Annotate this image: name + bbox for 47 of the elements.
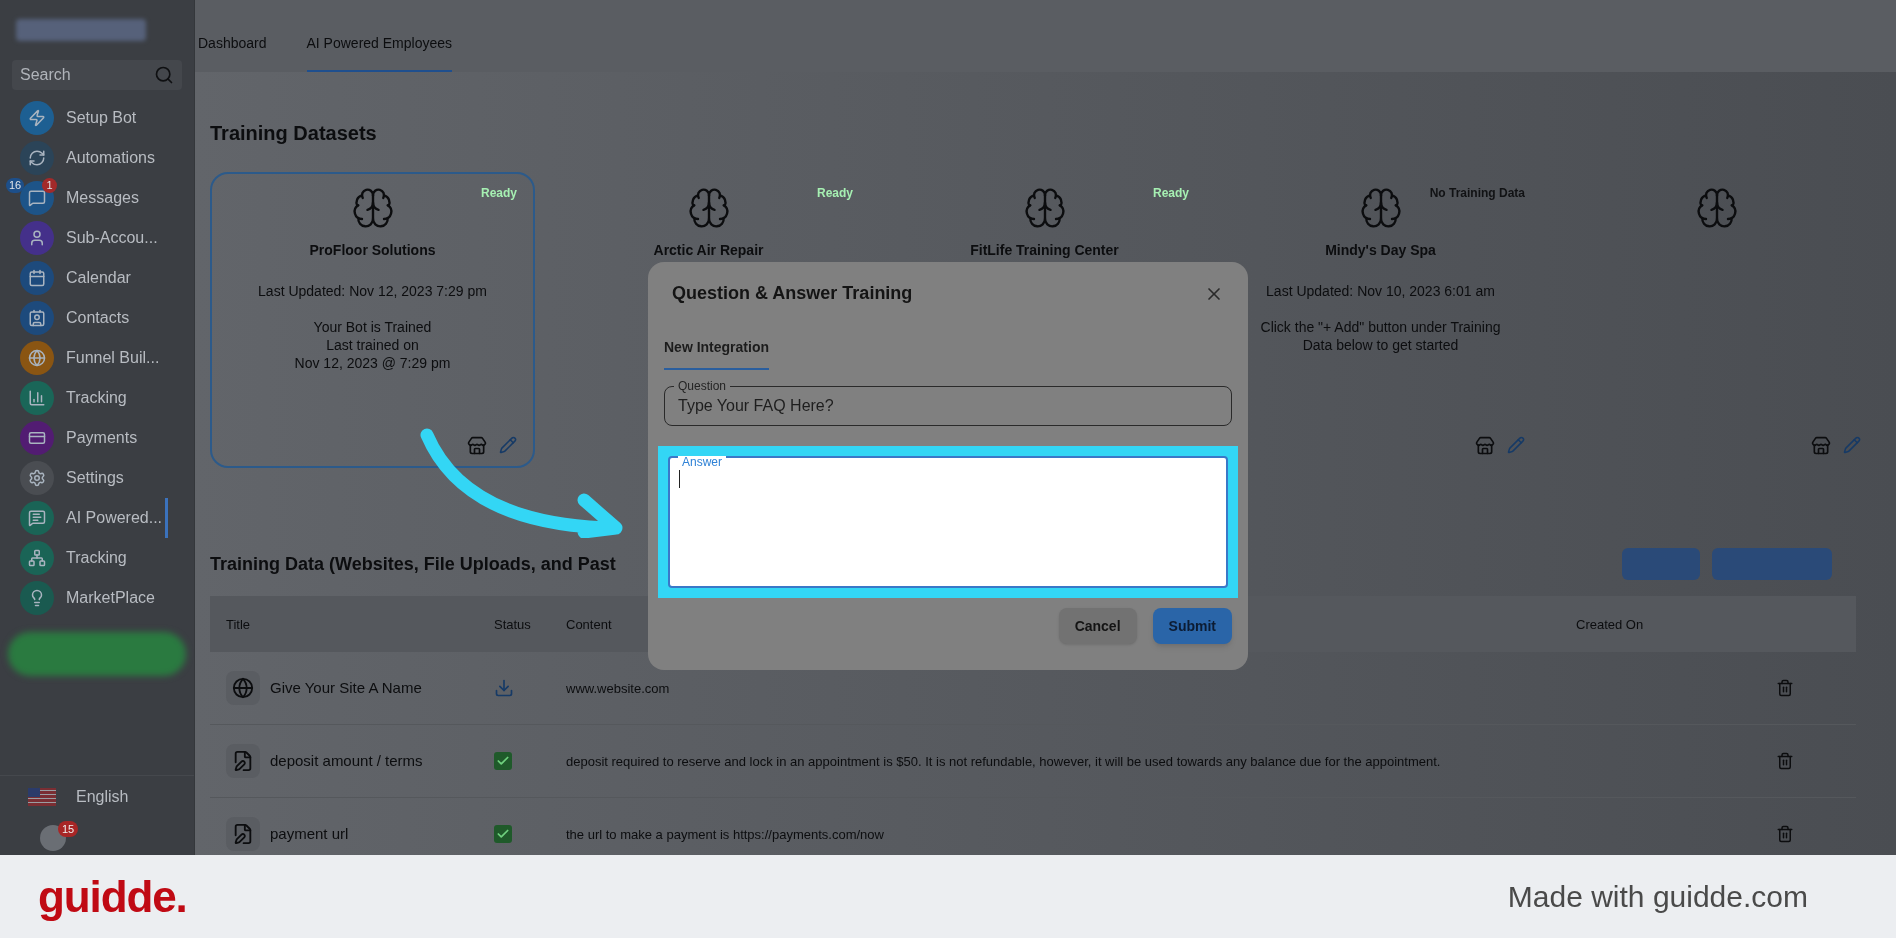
training-note: Click the "+ Add" button under Training Data below to get started bbox=[1259, 318, 1502, 354]
status-tag: Ready bbox=[476, 184, 521, 202]
last-updated-text: Last Updated: Nov 10, 2023 6:01 am bbox=[1266, 282, 1495, 301]
count-badge: 16 bbox=[6, 178, 25, 193]
column-header: Status bbox=[494, 617, 531, 632]
training-note: Nov 12, 2023 @ 7:29 pm bbox=[294, 354, 451, 372]
menu-label: Contacts bbox=[66, 308, 130, 328]
status-tag: Ready bbox=[1148, 184, 1193, 202]
training-note: Your Bot is Trained bbox=[313, 318, 432, 336]
menu-label: Setup Bot bbox=[66, 108, 137, 128]
status-tag: Ready bbox=[812, 184, 857, 202]
notification-badge: 15 bbox=[58, 821, 79, 837]
menu-label: Settings bbox=[66, 468, 124, 488]
table-cell: the url to make a payment is https://payments.com/now bbox=[566, 827, 884, 842]
column-header: Created On bbox=[1576, 617, 1644, 632]
dialog-title: Question & Answer Training bbox=[672, 282, 913, 305]
column-header: Title bbox=[226, 617, 251, 632]
table-cell-text: payment url bbox=[270, 823, 349, 844]
section-title: Training Data (Websites, File Uploads, and Past bbox=[210, 552, 616, 576]
menu-label: AI Powered... bbox=[66, 508, 163, 528]
field-label: Answer bbox=[678, 456, 726, 469]
menu-label: Tracking bbox=[66, 548, 127, 568]
table-cell: www.website.com bbox=[566, 681, 670, 696]
menu-label: Tracking bbox=[66, 388, 127, 408]
status-tag: No Training Data bbox=[1425, 184, 1529, 202]
table-cell-text: deposit amount / terms bbox=[270, 750, 423, 771]
language-label: English bbox=[76, 786, 129, 807]
menu-label: Funnel Buil... bbox=[66, 348, 160, 368]
last-updated-text: Last Updated: Nov 12, 2023 7:29 pm bbox=[258, 282, 487, 301]
menu-label: Messages bbox=[66, 188, 139, 208]
guidde-logo: guidde. bbox=[38, 870, 187, 923]
table-cell: deposit required to reserve and lock in an appointment is $50. It is not refundable, however, it will be used towards any balance due for the appointment. bbox=[566, 754, 1441, 769]
count-badge: 1 bbox=[42, 178, 57, 193]
footer-text: Made with guidde.com bbox=[1507, 879, 1808, 915]
menu-label: Calendar bbox=[66, 268, 131, 288]
dataset-name: ProFloor Solutions bbox=[309, 241, 436, 260]
dataset-name: Arctic Air Repair bbox=[653, 241, 764, 260]
dataset-name: Mindy's Day Spa bbox=[1325, 241, 1436, 260]
menu-label: Sub-Accou... bbox=[66, 228, 158, 248]
training-note: Last trained on bbox=[326, 336, 419, 354]
column-header: Content bbox=[566, 617, 612, 632]
menu-label: Automations bbox=[66, 148, 155, 168]
menu-label: Payments bbox=[66, 428, 138, 448]
menu-label: MarketPlace bbox=[66, 588, 155, 608]
table-cell-text: Give Your Site A Name bbox=[270, 677, 422, 698]
section-title: Training Datasets bbox=[210, 122, 377, 144]
dataset-name: FitLife Training Center bbox=[970, 241, 1119, 260]
